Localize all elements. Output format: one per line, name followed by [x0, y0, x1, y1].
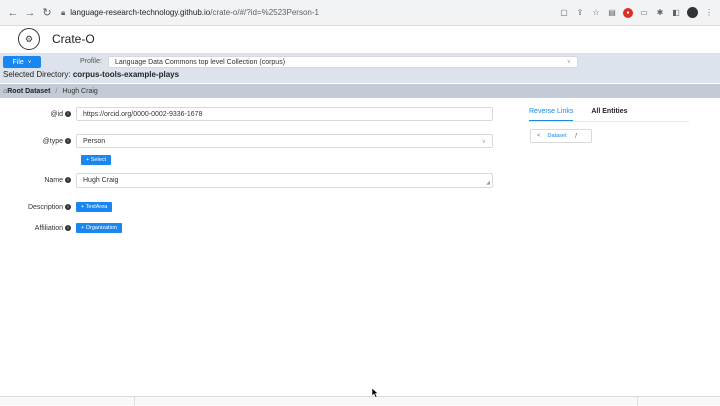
add-organization-button[interactable]: + Organization — [76, 223, 122, 233]
dataset-link-label: Dataset — [547, 133, 567, 139]
lock-icon: 🔒︎ — [61, 7, 66, 17]
type-select[interactable]: Person ∨ — [76, 134, 493, 148]
tab-all-entities[interactable]: All Entities — [591, 108, 627, 121]
info-icon[interactable]: i — [65, 137, 71, 144]
name-row: Name i Hugh Craig ◢ — [0, 173, 493, 188]
forward-icon[interactable]: → — [23, 6, 37, 20]
address-bar[interactable]: 🔒︎ language-research-technology.github.i… — [61, 3, 556, 22]
chevron-left-icon: < — [537, 133, 541, 139]
puzzle-icon[interactable]: ✱ — [655, 8, 665, 18]
breadcrumb: ⌂ Root Dataset / Hugh Craig — [0, 84, 720, 98]
affiliation-row: Affiliation i + Organization — [0, 223, 122, 233]
select-button-row: + Select — [81, 155, 112, 165]
tab-search-icon[interactable]: ▢ — [559, 8, 569, 18]
id-field[interactable]: https://orcid.org/0000-0002-9336-1678 — [76, 107, 493, 121]
adblock-icon[interactable]: ● — [623, 7, 633, 18]
affiliation-label: Affiliation i — [0, 225, 76, 232]
type-value: Person — [83, 137, 106, 145]
id-value: https://orcid.org/0000-0002-9336-1678 — [83, 110, 203, 118]
chevron-down-icon: ∨ — [566, 59, 571, 65]
mouse-cursor-icon — [372, 388, 379, 398]
extension-icon[interactable]: ▤ — [607, 8, 617, 18]
file-button-label: File — [12, 58, 24, 66]
reload-icon[interactable]: ↻ — [40, 6, 54, 20]
name-textarea[interactable]: Hugh Craig ◢ — [76, 173, 493, 188]
tab-reverse-links[interactable]: Reverse Links — [529, 108, 574, 121]
name-label-text: Name — [44, 177, 63, 184]
back-icon[interactable]: ← — [6, 6, 20, 20]
description-label: Description i — [0, 204, 76, 211]
add-textarea-button[interactable]: + TextArea — [76, 202, 113, 212]
toolbar: File ∨ Profile: Language Data Commons to… — [0, 53, 720, 83]
info-icon[interactable]: i — [65, 177, 71, 184]
profile-select[interactable]: Language Data Commons top level Collecti… — [108, 56, 578, 68]
browser-extensions: ▢ ⇪ ☆ ▤ ● ▭ ✱ ◧ ⋮ — [559, 7, 714, 18]
type-row: @type i Person ∨ — [0, 134, 493, 148]
chevron-down-icon: ∨ — [27, 59, 32, 65]
more-menu-icon[interactable]: ⋮ — [704, 8, 714, 18]
profile-select-value: Language Data Commons top level Collecti… — [115, 58, 286, 66]
resize-handle-icon[interactable]: ◢ — [486, 180, 490, 186]
app-title: Crate-O — [52, 32, 95, 46]
info-icon[interactable]: i — [65, 203, 71, 210]
id-label-text: @id — [50, 110, 63, 118]
selected-directory-value: corpus-tools-example-plays — [72, 70, 180, 79]
type-label: @type i — [0, 138, 76, 145]
url-host: language-research-technology.github.io — [70, 8, 211, 17]
selected-directory: Selected Directory: corpus-tools-example… — [3, 70, 179, 79]
info-icon[interactable]: i — [65, 110, 71, 117]
status-bar — [0, 396, 720, 406]
extension-hd-icon[interactable]: ▭ — [639, 8, 649, 18]
profile-avatar[interactable] — [687, 7, 698, 18]
add-select-button[interactable]: + Select — [81, 155, 112, 165]
id-label: @id i — [0, 111, 76, 118]
sidepanel-icon[interactable]: ◧ — [671, 8, 681, 18]
browser-toolbar: ← → ↻ 🔒︎ language-research-technology.gi… — [0, 0, 720, 26]
id-row: @id i https://orcid.org/0000-0002-9336-16… — [0, 107, 493, 121]
dataset-reverse-link[interactable]: < Dataset ƒ — [530, 129, 592, 143]
info-icon[interactable]: i — [65, 224, 71, 231]
url-path: /crate-o/#/?id=%2523Person-1 — [210, 8, 319, 17]
affiliation-label-text: Affiliation — [34, 224, 63, 232]
side-panel-tabs: Reverse Links All Entities — [529, 108, 689, 122]
description-label-text: Description — [27, 203, 63, 211]
selected-directory-label: Selected Directory: — [3, 70, 71, 79]
breadcrumb-root[interactable]: Root Dataset — [7, 88, 50, 95]
bookmark-star-icon[interactable]: ☆ — [591, 8, 601, 18]
name-value: Hugh Craig — [83, 177, 119, 184]
breadcrumb-current: Hugh Craig — [62, 87, 98, 95]
name-label: Name i — [0, 177, 76, 184]
description-row: Description i + TextArea — [0, 202, 113, 212]
breadcrumb-separator: / — [55, 87, 58, 95]
function-icon: ƒ — [574, 133, 578, 139]
share-icon[interactable]: ⇪ — [575, 8, 585, 18]
chevron-down-icon: ∨ — [481, 138, 486, 145]
crate-o-logo-icon: ⚙ — [18, 28, 40, 50]
file-menu-button[interactable]: File ∨ — [3, 56, 41, 68]
app-header: ⚙ Crate-O — [0, 26, 720, 52]
type-label-text: @type — [42, 137, 63, 145]
profile-label: Profile: — [80, 58, 102, 65]
